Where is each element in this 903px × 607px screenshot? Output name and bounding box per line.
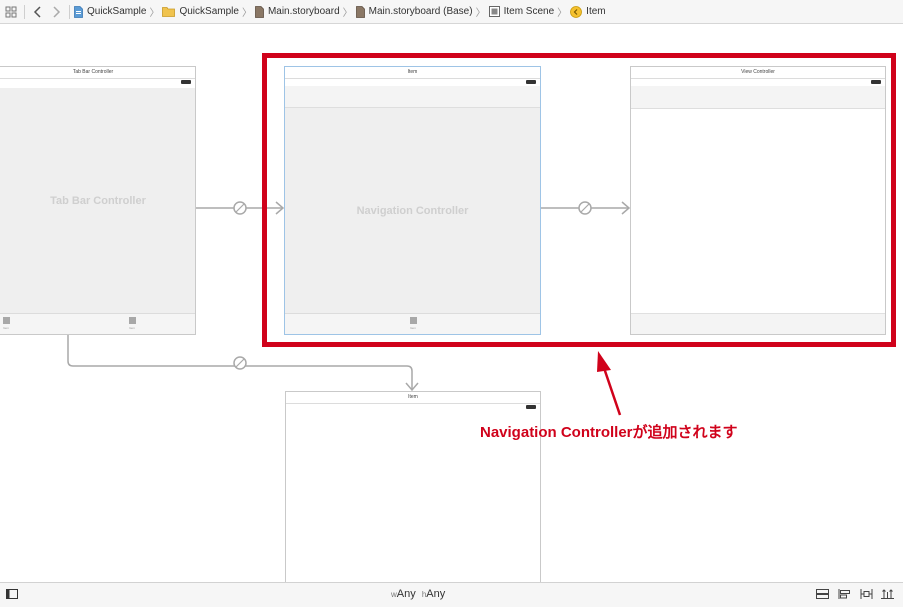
breadcrumb-label: Main.storyboard (267, 6, 340, 17)
breadcrumb-item[interactable]: Item (570, 0, 606, 24)
folder-icon (162, 6, 176, 17)
resolve-issues-icon[interactable] (881, 589, 894, 599)
annotation-arrow (597, 351, 622, 416)
breadcrumb-label: Main.storyboard (Base) (368, 6, 473, 17)
chevron-right-icon: 〉 (149, 8, 160, 19)
chevron-right-icon: 〉 (475, 8, 486, 19)
forward-icon[interactable] (47, 3, 65, 21)
scene-icon (488, 6, 500, 17)
chevron-right-icon: 〉 (342, 8, 353, 19)
breadcrumb-label: QuickSample (87, 6, 147, 17)
storyboard-canvas[interactable]: Tab Bar Controller Tab Bar Controller It… (0, 25, 903, 582)
breadcrumb-storyboard-base[interactable]: Main.storyboard (Base) (355, 0, 473, 24)
storyboard-file-icon (355, 5, 365, 18)
breadcrumb-label: QuickSample (179, 6, 239, 17)
breadcrumb-project[interactable]: QuickSample (74, 0, 146, 24)
breadcrumb-label: Item (586, 6, 606, 17)
breadcrumb-scene[interactable]: Item Scene (488, 0, 555, 24)
size-class-width-value: Any (396, 588, 416, 600)
pin-icon[interactable] (860, 589, 873, 599)
related-items-icon[interactable] (2, 3, 20, 21)
canvas-bottom-bar: wAny hAny (0, 582, 903, 607)
view-controller-icon (570, 5, 583, 18)
back-icon[interactable] (29, 3, 47, 21)
breadcrumb-folder[interactable]: QuickSample (162, 0, 239, 24)
breadcrumb-label: Item Scene (503, 6, 555, 17)
annotation-text: Navigation Controllerが追加されます (480, 424, 738, 441)
chevron-right-icon: 〉 (241, 8, 252, 19)
breadcrumb-storyboard[interactable]: Main.storyboard (255, 0, 340, 24)
size-class-height-value: Any (426, 588, 446, 600)
size-class-control[interactable]: wAny hAny (391, 588, 445, 600)
separator (24, 4, 25, 19)
chevron-right-icon: 〉 (557, 8, 568, 19)
jump-bar: QuickSample 〉 QuickSample 〉 Main.storybo… (0, 0, 903, 24)
project-file-icon (74, 5, 83, 18)
separator (69, 4, 70, 19)
document-outline-toggle-icon[interactable] (6, 589, 18, 599)
storyboard-file-icon (255, 5, 264, 18)
align-icon[interactable] (838, 589, 850, 599)
stack-icon[interactable] (816, 589, 829, 599)
